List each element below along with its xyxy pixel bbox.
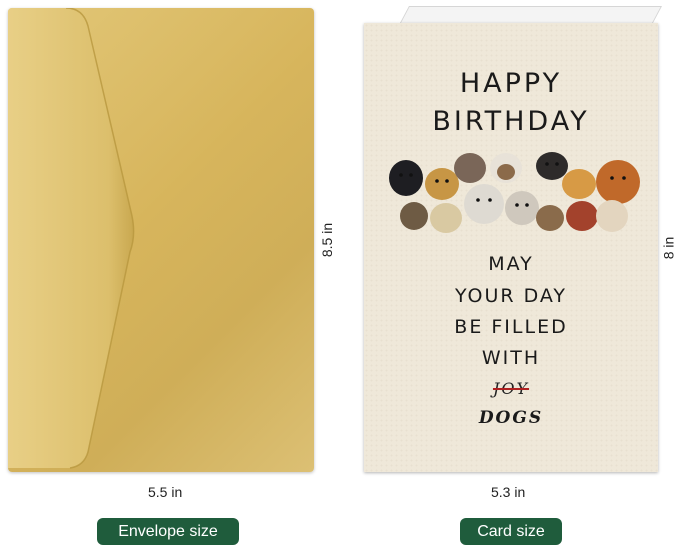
envelope-height-label: 8.5 in [319, 222, 336, 258]
card-dogs-text: DOGS [478, 408, 544, 428]
envelope-width-label: 5.5 in [148, 484, 183, 500]
card-crossed-word: JOY [364, 379, 658, 398]
card-height-label: 8 in [660, 236, 677, 260]
dog-heads [389, 152, 640, 233]
envelope-size-badge: Envelope size [97, 518, 239, 545]
crossed-joy-text: JOY [492, 379, 530, 398]
card-width-label: 5.3 in [491, 484, 526, 500]
envelope-flap [8, 8, 135, 469]
birthday-card: HAPPY BIRTHDAY MAY YOUR DAY BE FILLED WI… [364, 23, 658, 472]
card-with-text: WITH [481, 347, 541, 369]
card-may-text: MAY [488, 253, 534, 275]
card-happy-text: HAPPY [459, 68, 563, 99]
card-be-filled-text: BE FILLED [454, 316, 568, 338]
card-birthday-text: BIRTHDAY [432, 106, 590, 137]
card-size-badge: Card size [460, 518, 562, 545]
envelope [8, 8, 314, 472]
dogs-collage-illustration [389, 152, 640, 233]
card-your-day-text: YOUR DAY [454, 285, 568, 307]
